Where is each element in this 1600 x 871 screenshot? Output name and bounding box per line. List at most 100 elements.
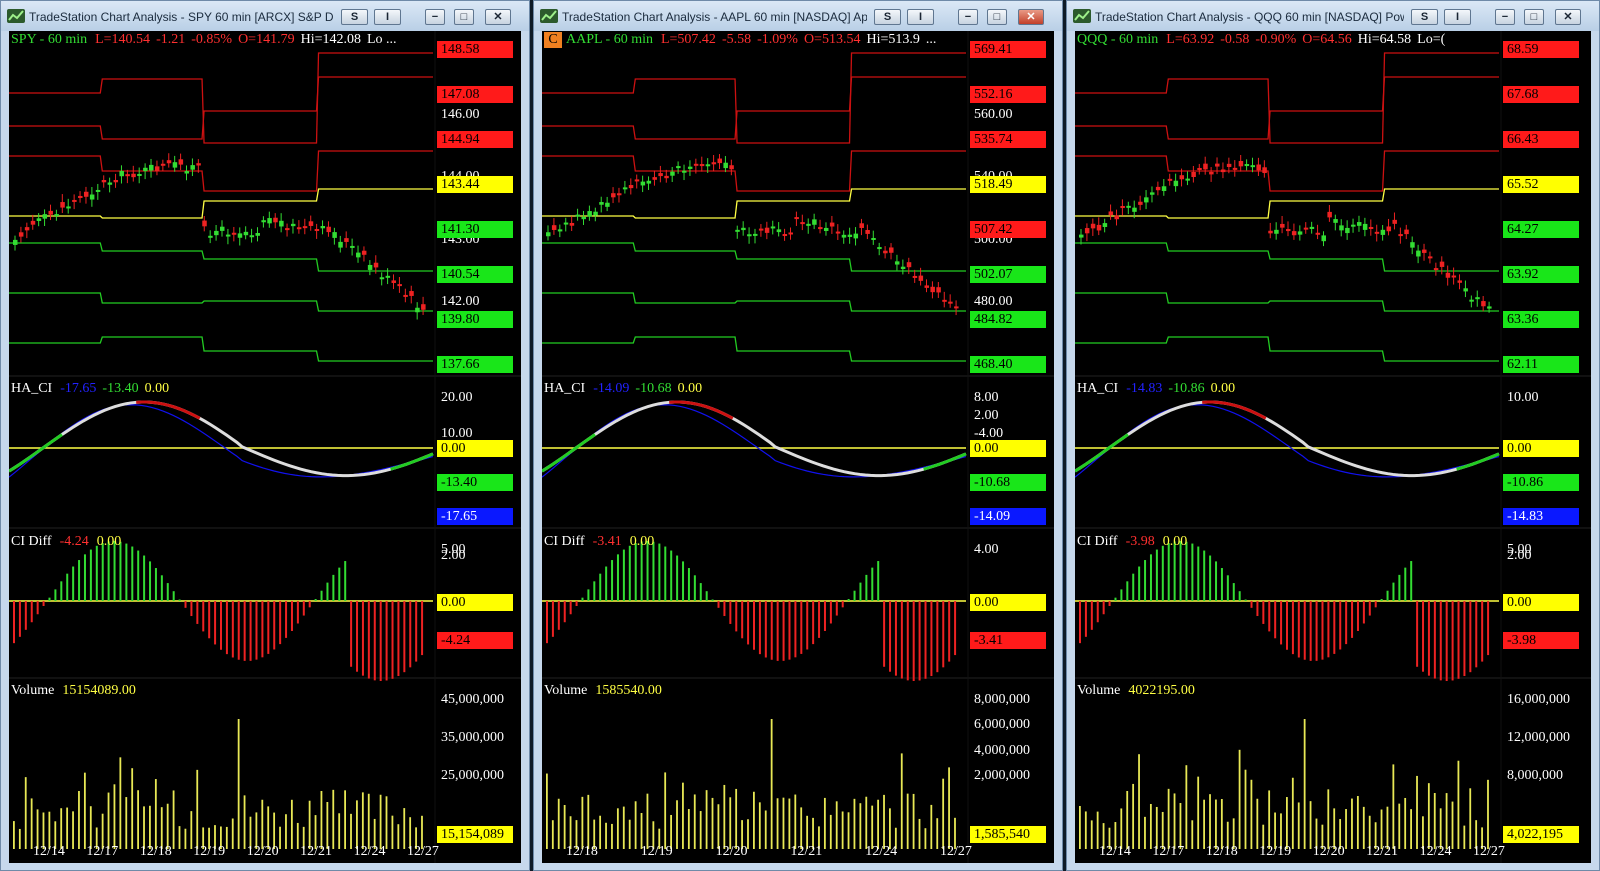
volume-bar [356, 800, 358, 849]
price-level-badge: 139.80 [437, 311, 513, 328]
candle-body [800, 222, 805, 225]
style-menu-button[interactable]: S [341, 9, 368, 25]
insert-menu-button[interactable]: I [907, 9, 934, 25]
candle-body [741, 227, 746, 231]
volume-bar [131, 768, 134, 849]
chart-plot-area[interactable]: C AAPL - 60 min L=507.42 -5.58 -1.09% O=513.5… [542, 31, 1054, 863]
minimize-button[interactable]: − [958, 9, 978, 25]
ci-diff-bar [664, 546, 667, 601]
volume-bar [936, 818, 939, 849]
axis-tick-label: 10.00 [1507, 390, 1539, 405]
volume-bar [119, 757, 122, 849]
volume-bar [1244, 769, 1247, 849]
chart-plot-area[interactable]: SPY - 60 min L=140.54 -1.21 -0.85% O=141.79 H… [9, 31, 521, 863]
date-axis-label: 12/21 [1366, 844, 1399, 859]
volume-bar [764, 810, 767, 849]
volume-bar [770, 719, 773, 849]
candle-body [776, 229, 782, 233]
resistance-band-line [9, 52, 433, 144]
ci-diff-bar [255, 601, 258, 660]
maximize-button[interactable]: □ [987, 9, 1007, 25]
chart-window[interactable]: TradeStation Chart Analysis - AAPL 60 mi… [533, 0, 1063, 871]
window-title: TradeStation Chart Analysis - QQQ 60 min… [1095, 10, 1404, 24]
candle-body [137, 173, 142, 176]
volume-bar [308, 800, 311, 849]
title-bar[interactable]: TradeStation Chart Analysis - AAPL 60 mi… [534, 1, 1062, 31]
chart-plot-area[interactable]: QQQ - 60 min L=63.92 -0.58 -0.90% O=64.56 Hi=… [1075, 31, 1591, 863]
candle-body [273, 217, 278, 223]
volume-bar [1333, 808, 1336, 849]
ci-diff-bar [344, 561, 347, 601]
maximize-button[interactable]: □ [1524, 9, 1544, 25]
price-scale[interactable]: 580.00560.00540.00500.00480.00460.008.00… [970, 31, 1054, 863]
candle-body [871, 237, 876, 240]
ci-diff-bar [1309, 601, 1312, 661]
ci-diff-bar [332, 574, 335, 601]
minimize-button[interactable]: − [1495, 9, 1515, 25]
ci-diff-bar [747, 601, 750, 645]
close-button[interactable]: ✕ [485, 9, 511, 25]
candle-body [1262, 167, 1267, 174]
ci-diff-bar [616, 554, 619, 601]
date-axis-label: 12/19 [1259, 844, 1292, 859]
close-button[interactable]: ✕ [1555, 9, 1581, 25]
price-level-badge: 0.00 [970, 440, 1046, 457]
ci-diff-bar [66, 573, 69, 601]
volume-bar [1427, 783, 1430, 849]
ci-diff-bar [391, 601, 394, 679]
insert-menu-button[interactable]: I [374, 9, 401, 25]
title-bar[interactable]: TradeStation Chart Analysis - QQQ 60 min… [1067, 1, 1599, 31]
volume-bar [557, 798, 560, 849]
candle-body [1079, 234, 1084, 238]
candle-body [421, 304, 426, 310]
ha-ci-name: HA_CI [1077, 381, 1119, 396]
price-level-badge: 63.36 [1503, 311, 1579, 328]
ci-diff-bar [1297, 601, 1300, 658]
axis-tick-label: 146.00 [441, 107, 480, 123]
axis-tick-label: 20.00 [441, 390, 473, 405]
ci-diff-bar [149, 561, 152, 601]
volume-bar [546, 773, 548, 849]
volume-bar [841, 811, 844, 849]
candle-body [1250, 165, 1256, 168]
price-scale[interactable]: 148.00146.00144.00143.00142.00139.0020.0… [437, 31, 521, 863]
candle-body [314, 229, 320, 232]
minimize-button[interactable]: − [425, 9, 445, 25]
insert-menu-button[interactable]: I [1444, 9, 1471, 25]
style-menu-button[interactable]: S [1411, 9, 1438, 25]
ci-diff-bar [30, 601, 33, 623]
chart-context-badge[interactable]: C [544, 32, 562, 48]
chart-window[interactable]: TradeStation Chart Analysis - QQQ 60 min… [1066, 0, 1600, 871]
candle-body [367, 264, 373, 270]
volume-bar [1463, 825, 1466, 849]
candle-body [403, 294, 408, 297]
candle-body [373, 262, 379, 268]
title-bar[interactable]: TradeStation Chart Analysis - SPY 60 min… [1, 1, 529, 31]
volume-bar [1451, 801, 1454, 849]
candle-body [350, 245, 355, 248]
price-scale[interactable]: 64.5062.5010.005.002.0016,000,00012,000,… [1503, 31, 1591, 863]
candle-body [717, 158, 723, 164]
candle-body [1410, 242, 1415, 248]
candle-body [332, 232, 337, 238]
candle-body [859, 223, 864, 228]
price-level-badge: -14.09 [970, 508, 1046, 525]
ci-diff-bar [421, 601, 424, 656]
ci-diff-bar [320, 590, 323, 601]
close-button[interactable]: ✕ [1018, 9, 1044, 25]
volume-bar [930, 804, 933, 849]
candle-body [308, 221, 314, 226]
ci-diff-bar [835, 601, 838, 616]
ha-ci-oversold-segment [390, 452, 434, 471]
candle-body [1090, 223, 1096, 229]
style-menu-button[interactable]: S [874, 9, 901, 25]
ci-diff-bar [1422, 601, 1425, 672]
chart-window[interactable]: TradeStation Chart Analysis - SPY 60 min… [0, 0, 530, 871]
ci-diff-value-1: -3.41 [592, 534, 622, 549]
candle-body [196, 163, 201, 166]
ci-diff-value-2: 0.00 [1162, 534, 1188, 549]
volume-bar [1356, 796, 1359, 849]
maximize-button[interactable]: □ [454, 9, 474, 25]
ci-diff-bar [634, 543, 637, 601]
ci-diff-bar [48, 597, 51, 601]
